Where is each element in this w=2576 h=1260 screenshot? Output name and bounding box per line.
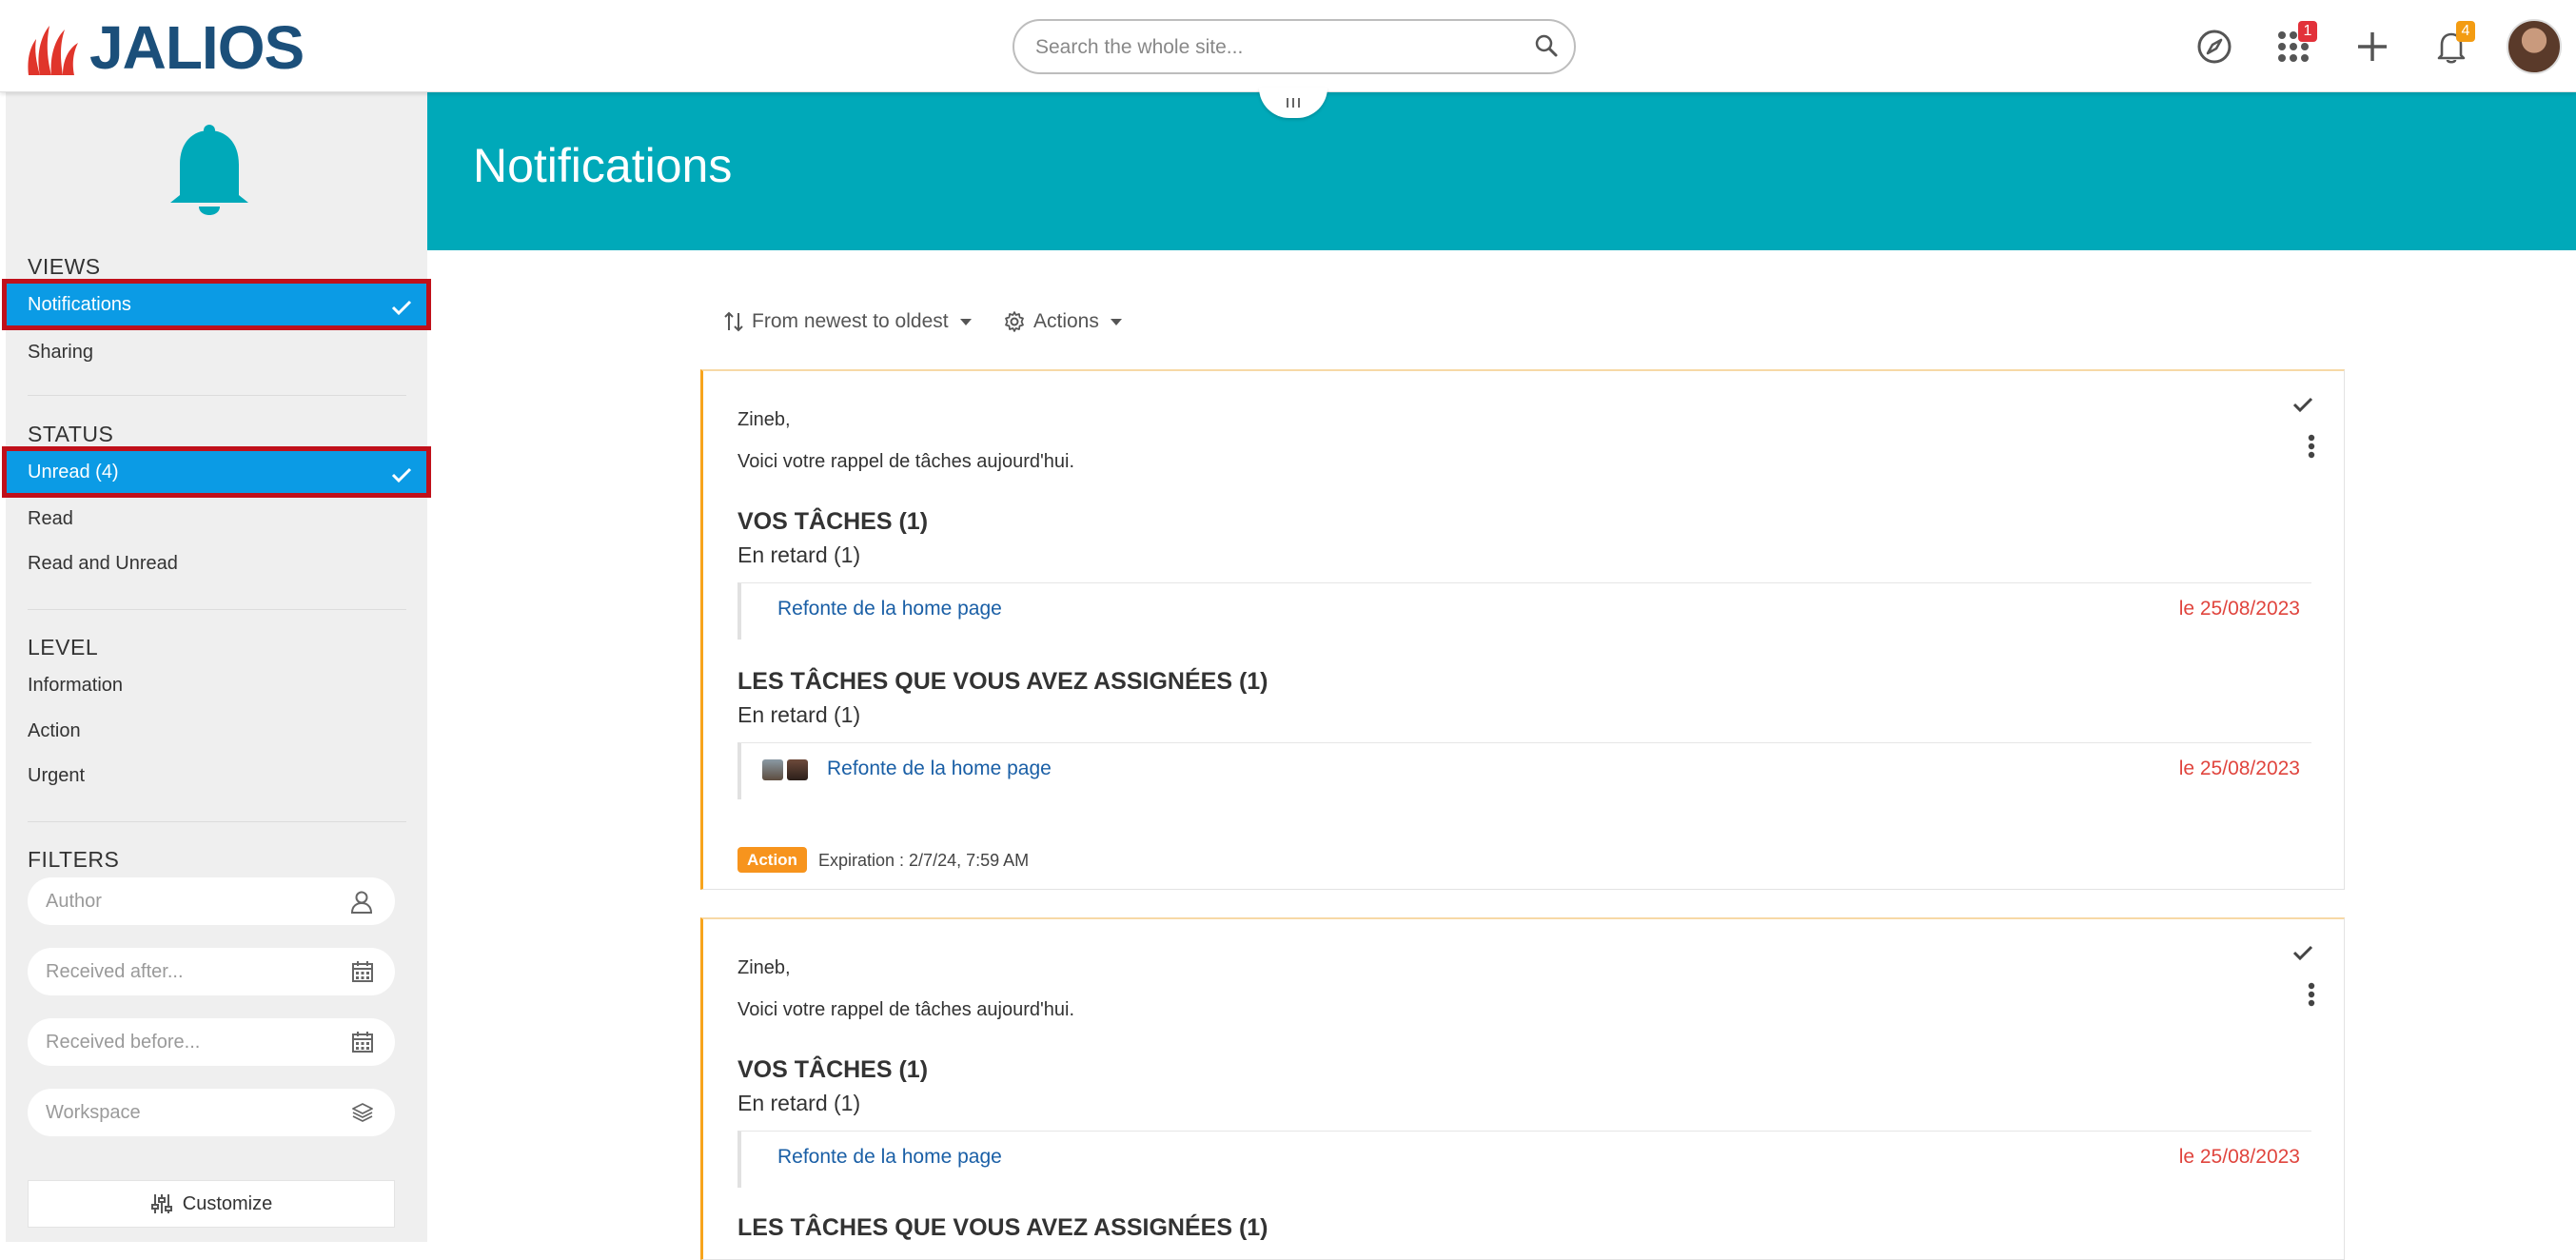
status-read-and-unread[interactable]: Read and Unread [6, 541, 427, 585]
sort-icon [724, 311, 743, 332]
received-before-field[interactable] [46, 1030, 331, 1054]
level-badge: Action [737, 847, 807, 873]
assignee-avatars [762, 759, 808, 780]
calendar-icon[interactable] [351, 960, 374, 988]
user-icon[interactable] [349, 890, 374, 919]
view-sharing-label: Sharing [28, 342, 93, 363]
apps-button[interactable]: 1 [2266, 19, 2321, 74]
task-row: Refonte de la home page le 25/08/2023 [737, 742, 2311, 799]
user-avatar[interactable] [2507, 19, 2562, 74]
author-field[interactable] [46, 889, 331, 914]
search-input[interactable] [1035, 30, 1511, 65]
level-information-label: Information [28, 675, 124, 696]
view-sharing[interactable]: Sharing [6, 330, 427, 374]
page-header: Notifications [427, 92, 2576, 250]
assigned-tasks-late: En retard (1) [737, 702, 861, 727]
sort-dropdown[interactable]: From newest to oldest [723, 306, 972, 337]
explore-button[interactable] [2187, 19, 2242, 74]
search-icon[interactable] [1534, 33, 1559, 63]
mark-read-icon[interactable] [2291, 940, 2315, 970]
author-filter [28, 877, 395, 925]
notification-card[interactable]: Zineb, Voici votre rappel de tâches aujo… [700, 917, 2345, 1260]
task-link[interactable]: Refonte de la home page [777, 598, 1002, 620]
avatar [787, 759, 808, 780]
customize-label: Customize [182, 1192, 273, 1214]
notifications-badge: 4 [2456, 21, 2475, 42]
greeting: Zineb, [737, 409, 791, 430]
divider [28, 821, 406, 822]
intro-text: Voici votre rappel de tâches aujourd'hui… [737, 451, 1075, 472]
jalios-flame-icon [28, 26, 78, 75]
sort-label: From newest to oldest [752, 310, 949, 332]
task-link[interactable]: Refonte de la home page [777, 1146, 1002, 1169]
your-tasks-late: En retard (1) [737, 542, 861, 567]
logo-text: JALIOS [89, 13, 305, 82]
plus-icon [2358, 32, 2387, 61]
views-title: VIEWS [28, 254, 101, 279]
received-after-filter [28, 948, 395, 995]
received-before-filter [28, 1018, 395, 1066]
jalios-logo[interactable]: JALIOS [25, 13, 305, 82]
gear-icon [1005, 311, 1024, 332]
status-read-and-unread-label: Read and Unread [28, 553, 178, 574]
your-tasks-title: VOS TÂCHES (1) [737, 508, 929, 535]
sidebar: VIEWS Notifications Sharing STATUS Unrea… [2, 92, 431, 1242]
level-urgent-label: Urgent [28, 765, 86, 786]
site-search [1013, 19, 1576, 74]
sliders-icon [150, 1194, 172, 1213]
caret-down-icon [959, 318, 972, 325]
task-due-date: le 25/08/2023 [2178, 1146, 2300, 1168]
view-notifications-label: Notifications [28, 294, 131, 315]
intro-text: Voici votre rappel de tâches aujourd'hui… [737, 999, 1075, 1020]
received-after-field[interactable] [46, 959, 331, 984]
filters-title: FILTERS [28, 847, 120, 872]
level-action-label: Action [28, 720, 81, 741]
level-action[interactable]: Action [6, 709, 427, 753]
customize-button[interactable]: Customize [28, 1180, 395, 1228]
expiration-text: Expiration : 2/7/24, 7:59 AM [818, 851, 1030, 870]
layers-icon[interactable] [351, 1101, 374, 1129]
level-urgent[interactable]: Urgent [6, 754, 427, 797]
task-row: Refonte de la home page le 25/08/2023 [737, 1131, 2311, 1188]
task-link[interactable]: Refonte de la home page [827, 758, 1052, 780]
mark-read-icon[interactable] [2291, 392, 2315, 422]
notifications-bell-icon [161, 123, 258, 223]
task-row: Refonte de la home page le 25/08/2023 [737, 582, 2311, 640]
your-tasks-title: VOS TÂCHES (1) [737, 1056, 929, 1083]
page-title: Notifications [473, 139, 733, 192]
workspace-field[interactable] [46, 1100, 331, 1125]
greeting: Zineb, [737, 957, 791, 978]
level-title: LEVEL [28, 635, 99, 660]
more-options-icon[interactable] [2308, 982, 2315, 1012]
divider [28, 395, 406, 396]
assigned-tasks-title: LES TÂCHES QUE VOUS AVEZ ASSIGNÉES (1) [737, 1214, 1268, 1241]
add-button[interactable] [2345, 19, 2400, 74]
more-options-icon[interactable] [2308, 434, 2315, 463]
calendar-icon[interactable] [351, 1031, 374, 1058]
status-unread-label: Unread (4) [28, 462, 119, 482]
level-information[interactable]: Information [6, 663, 427, 707]
notifications-button[interactable]: 4 [2424, 19, 2479, 74]
status-unread[interactable]: Unread (4) [2, 446, 431, 498]
status-title: STATUS [28, 422, 114, 446]
assigned-tasks-title: LES TÂCHES QUE VOUS AVEZ ASSIGNÉES (1) [737, 668, 1268, 695]
divider [28, 609, 406, 610]
avatar [762, 759, 783, 780]
caret-down-icon [1110, 318, 1122, 325]
workspace-filter [28, 1089, 395, 1136]
task-due-date: le 25/08/2023 [2178, 758, 2300, 779]
actions-label: Actions [1033, 310, 1099, 332]
apps-badge: 1 [2298, 21, 2317, 42]
notification-card[interactable]: Zineb, Voici votre rappel de tâches aujo… [700, 369, 2345, 890]
status-read[interactable]: Read [6, 497, 427, 541]
task-due-date: le 25/08/2023 [2178, 598, 2300, 620]
view-notifications[interactable]: Notifications [2, 279, 431, 330]
compass-icon [2197, 30, 2232, 64]
your-tasks-late: En retard (1) [737, 1091, 861, 1115]
top-bar: JALIOS 1 4 [0, 0, 2576, 92]
actions-dropdown[interactable]: Actions [1003, 306, 1122, 337]
status-read-label: Read [28, 508, 73, 529]
